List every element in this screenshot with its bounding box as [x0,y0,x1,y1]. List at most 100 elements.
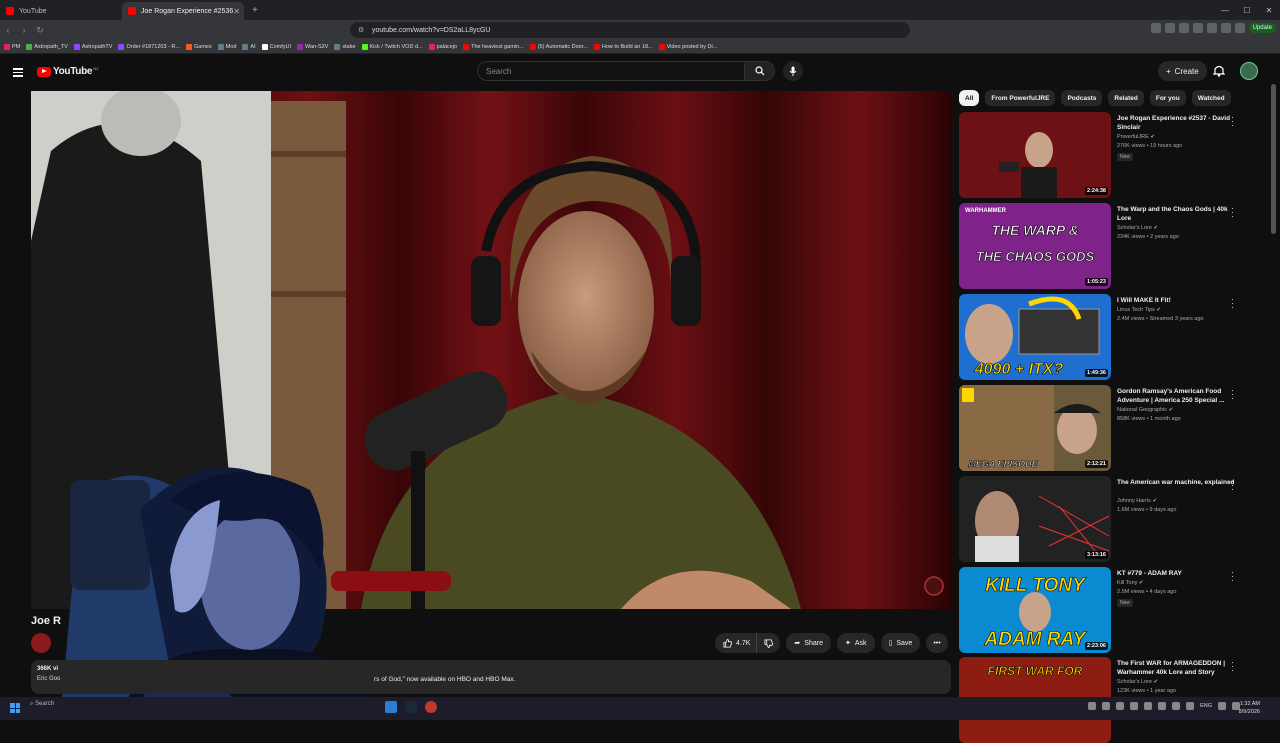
bookmark-item[interactable]: Order #1871203 - R... [118,43,180,50]
recommendation-title[interactable]: The First WAR for ARMAGEDDON | Warhammer… [1117,659,1235,677]
recommendation-item[interactable]: KILL TONY ADAM RAY 2:23:06 KT #779 - ADAM R… [959,567,1269,653]
recommendation-channel[interactable]: National Geographic ✔ [1117,407,1173,413]
file-explorer-icon[interactable] [385,701,397,713]
more-actions-button[interactable]: ••• [926,633,948,653]
share-button[interactable]: ➦ Share [786,633,831,653]
video-thumbnail[interactable]: 2:24:38 [959,112,1111,198]
notifications-bell-icon[interactable] [1213,64,1225,77]
recommendation-channel[interactable]: Johnny Harris ✔ [1117,498,1157,504]
extension-icon[interactable] [1178,23,1189,33]
tray-icon[interactable] [1186,702,1195,710]
browser-icon[interactable] [425,701,437,713]
recommendation-item[interactable]: MEGA EPISODE 2:12:21 Gordon Ramsay's Ameri… [959,385,1269,471]
recommendation-channel[interactable]: Linus Tech Tips ✔ [1117,307,1161,313]
bookmark-item[interactable]: Video posted by Di... [658,43,717,50]
tray-icon[interactable] [1116,702,1125,710]
tray-icon[interactable] [1158,702,1167,710]
address-bar[interactable]: ⚙ youtube.com/watch?v=DS2aLL8ycGU [350,22,910,38]
tray-icon[interactable] [1172,702,1181,710]
recommendation-title[interactable]: Joe Rogan Experience #2537 - David Sincl… [1117,114,1235,132]
ask-button[interactable]: ✦ Ask [836,633,875,653]
account-avatar[interactable] [1240,62,1258,80]
video-thumbnail[interactable]: THE WARP & THE CHAOS GODS WARHAMMER 1:05:23 [959,203,1111,289]
extension-icon[interactable] [1192,23,1203,33]
browser-tab-active[interactable]: Joe Rogan Experience #2536 ✕ [122,2,244,20]
recommendation-title[interactable]: The American war machine, explained [1117,478,1235,487]
tray-icon[interactable] [1088,702,1097,710]
more-options-icon[interactable]: · · · [1231,658,1234,675]
voice-search-button[interactable] [783,61,803,81]
bookmark-item[interactable]: Games [185,43,212,50]
extension-icon[interactable] [1234,23,1245,33]
chip-all[interactable]: All [959,90,980,106]
site-info-icon[interactable]: ⚙ [358,26,364,34]
maximize-icon[interactable]: ☐ [1236,0,1258,20]
chip-watched[interactable]: Watched [1191,90,1231,106]
extension-icon[interactable] [1206,23,1217,33]
new-tab-icon[interactable]: + [252,5,258,16]
bookmark-item[interactable]: Mod [217,43,236,50]
bookmark-item[interactable]: AI [242,43,256,50]
recommendation-channel[interactable]: Scholar's Lore ✔ [1117,225,1158,231]
recommendation-title[interactable]: Gordon Ramsay's American Food Adventure … [1117,387,1235,405]
tray-icon[interactable] [1102,702,1111,710]
minimize-icon[interactable]: — [1214,0,1236,20]
more-options-icon[interactable]: · · · [1231,204,1234,221]
language-indicator[interactable]: ENG [1200,703,1212,709]
search-input[interactable]: Search [477,61,745,81]
more-options-icon[interactable]: · · · [1231,113,1234,130]
extension-icon[interactable] [1150,23,1161,33]
recommendation-item[interactable]: 4090 + ITX? 1:49:36 I Will MAKE It Fit! Lin… [959,294,1269,380]
extension-icon[interactable] [1220,23,1231,33]
create-button[interactable]: + Create [1158,61,1207,81]
more-options-icon[interactable]: · · · [1231,568,1234,585]
chip-related[interactable]: Related [1108,90,1144,106]
video-thumbnail[interactable]: 3:13:16 [959,476,1111,562]
recommendation-title[interactable]: I Will MAKE It Fit! [1117,296,1235,305]
tray-icon[interactable] [1144,702,1153,710]
recommendation-title[interactable]: The Warp and the Chaos Gods | 40k Lore [1117,205,1235,223]
chip-for-you[interactable]: For you [1149,90,1186,106]
recommendation-channel[interactable]: PowerfulJRE ✔ [1117,134,1155,140]
tab-close-icon[interactable]: ✕ [233,7,240,16]
bookmark-item[interactable]: Astropath_TV [26,43,68,50]
recommendation-channel[interactable]: Scholar's Lore ✔ [1117,679,1158,685]
bookmark-item[interactable]: palacejo [428,43,457,50]
video-thumbnail[interactable]: MEGA EPISODE 2:12:21 [959,385,1111,471]
windows-start-icon[interactable] [10,703,20,713]
close-window-icon[interactable]: ✕ [1258,0,1280,20]
like-button[interactable]: 4.7K [715,633,758,653]
bookmark-item[interactable]: PM [4,43,20,50]
extension-icon[interactable] [1164,23,1175,33]
forward-icon[interactable]: › [16,25,32,35]
reload-icon[interactable]: ↻ [32,25,48,36]
channel-avatar[interactable] [31,633,51,653]
bookmark-item[interactable]: How to Build an 18... [593,43,653,50]
bookmark-item[interactable]: Kick / Twitch VOD d... [361,43,423,50]
bookmark-item[interactable]: Wan-S2V [297,43,328,50]
recommendation-item[interactable]: THE WARP & THE CHAOS GODS WARHAMMER 1:05:23… [959,203,1269,289]
search-button[interactable] [745,61,775,81]
recommendation-item[interactable]: 2:24:38 Joe Rogan Experience #2537 - Davi… [959,112,1269,198]
dislike-button[interactable] [757,633,781,653]
update-button[interactable]: Update [1248,23,1276,33]
recommendation-item[interactable]: 3:13:16 The American war machine, explain… [959,476,1269,562]
video-thumbnail[interactable]: KILL TONY ADAM RAY 2:23:06 [959,567,1111,653]
more-options-icon[interactable]: · · · [1231,477,1234,494]
steam-icon[interactable] [405,701,417,713]
chip-from-powerfuljre[interactable]: From PowerfulJRE [985,90,1056,106]
save-button[interactable]: ▯ Save [880,633,921,653]
youtube-logo[interactable]: YouTube NZ [37,66,99,77]
menu-icon[interactable] [13,66,23,79]
bookmark-item[interactable]: ComfyUI [261,43,291,50]
browser-tab[interactable]: YouTube [0,2,122,20]
recommendation-channel[interactable]: Kill Tony ✔ [1117,580,1144,586]
scrollbar[interactable] [1271,84,1276,234]
taskbar-search[interactable]: ⌕ Search [30,701,54,708]
bookmark-item[interactable]: (5) Automatic Door... [529,43,588,50]
tray-icon[interactable] [1130,702,1139,710]
video-thumbnail[interactable]: 4090 + ITX? 1:49:36 [959,294,1111,380]
recommendation-title[interactable]: KT #779 - ADAM RAY [1117,569,1235,578]
back-icon[interactable]: ‹ [0,25,16,35]
bookmark-item[interactable]: The heaviest gamin... [463,43,524,50]
